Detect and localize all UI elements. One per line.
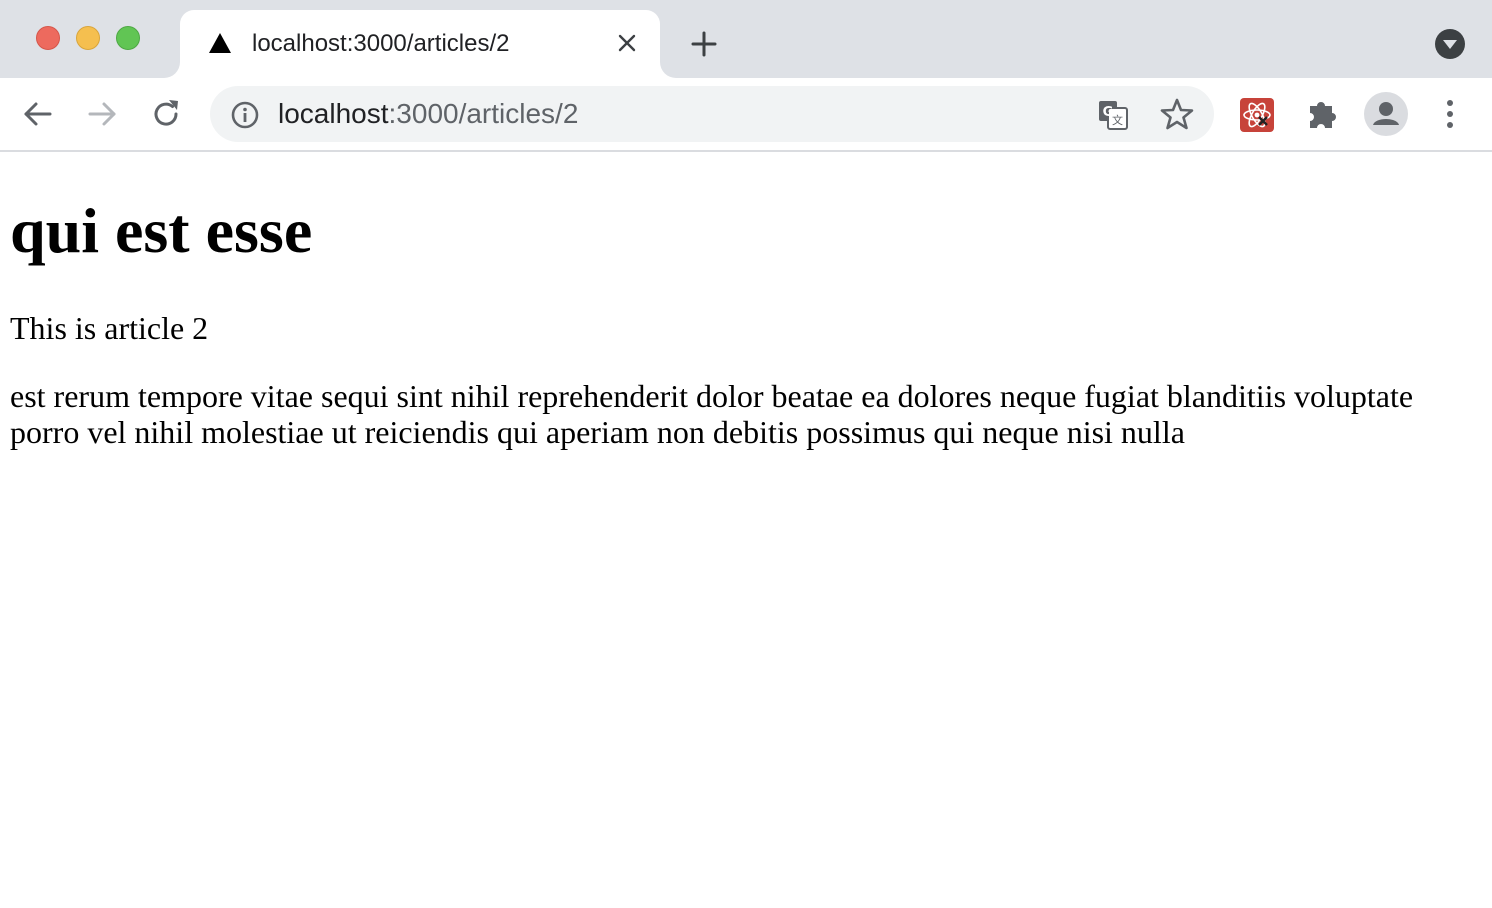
url-path: :3000/articles/2 xyxy=(388,98,579,129)
window-minimize-button[interactable] xyxy=(76,26,100,50)
info-icon[interactable] xyxy=(230,100,260,130)
person-icon xyxy=(1373,102,1399,125)
tab-active[interactable]: localhost:3000/articles/2 xyxy=(180,10,660,78)
arrow-left-icon[interactable] xyxy=(20,96,56,132)
puzzle-icon[interactable] xyxy=(1304,96,1340,132)
arrow-right-icon[interactable] xyxy=(84,96,120,132)
address-bar[interactable]: localhost:3000/articles/2 G 文 xyxy=(210,86,1214,142)
tab-title: localhost:3000/articles/2 xyxy=(252,30,510,57)
toolbar: localhost:3000/articles/2 G 文 xyxy=(0,78,1492,152)
tab-strip: localhost:3000/articles/2 xyxy=(0,0,1492,78)
react-icon[interactable] xyxy=(1240,98,1274,132)
kebab-menu-icon[interactable] xyxy=(1436,96,1464,132)
triangle-icon xyxy=(209,33,231,53)
page-title: qui est esse xyxy=(10,195,313,266)
window-close-button[interactable] xyxy=(36,26,60,50)
svg-text:文: 文 xyxy=(1112,113,1123,127)
react-logo-icon xyxy=(1243,102,1271,128)
chevron-down-icon[interactable] xyxy=(1434,28,1466,60)
url-text[interactable]: localhost:3000/articles/2 xyxy=(278,98,578,130)
avatar-icon[interactable] xyxy=(1364,92,1408,136)
browser-window: localhost:3000/articles/2 localhost:3000… xyxy=(0,0,1492,908)
window-maximize-button[interactable] xyxy=(116,26,140,50)
translate-icon[interactable]: G 文 xyxy=(1096,98,1130,132)
star-icon[interactable] xyxy=(1160,97,1194,131)
reload-icon[interactable] xyxy=(148,96,184,132)
article-body: est rerum tempore vitae sequi sint nihil… xyxy=(10,378,1414,450)
close-icon[interactable] xyxy=(616,32,638,54)
url-host: localhost xyxy=(278,98,389,129)
plus-icon[interactable] xyxy=(688,28,720,60)
article-subtitle: This is article 2 xyxy=(10,310,209,346)
